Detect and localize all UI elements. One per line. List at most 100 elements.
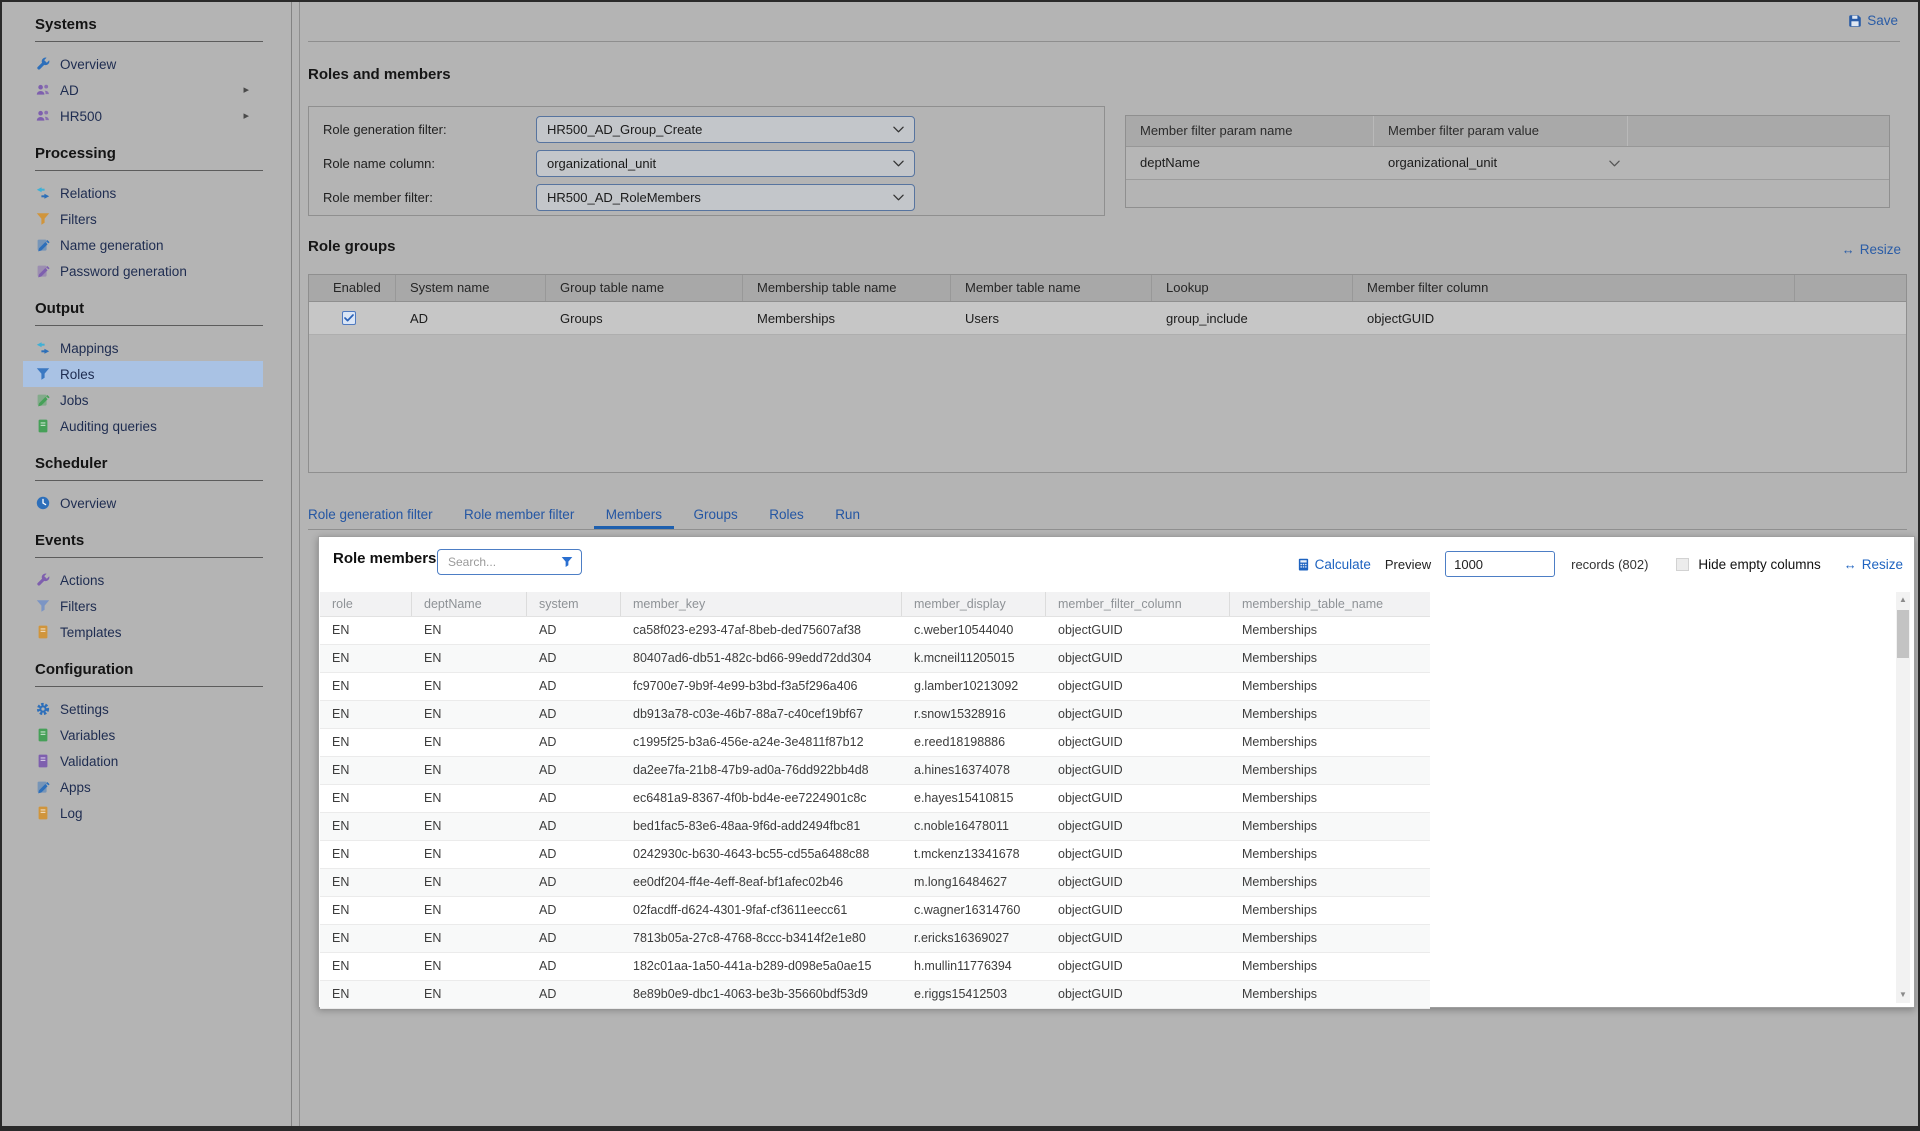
enabled-checkbox[interactable] <box>342 311 356 325</box>
role-member-filter-select[interactable]: HR500_AD_RoleMembers <box>536 184 915 211</box>
role-cell: EN <box>320 869 412 896</box>
table-row[interactable]: EN EN AD 0242930c-b630-4643-bc55-cd55a64… <box>320 841 1430 869</box>
sidebar-item-jobs[interactable]: Jobs <box>23 387 263 413</box>
sidebar-item-relations[interactable]: Relations <box>23 180 263 206</box>
role-cell: EN <box>320 841 412 868</box>
table-row[interactable]: EN EN AD ee0df204-ff4e-4eff-8eaf-bf1afec… <box>320 869 1430 897</box>
deptname-cell: EN <box>412 813 527 840</box>
vertical-scrollbar[interactable]: ▲ ▼ <box>1896 592 1910 1003</box>
member-display-cell: k.mcneil11205015 <box>902 645 1046 672</box>
calculate-button[interactable]: Calculate <box>1297 557 1371 572</box>
scrollbar-thumb[interactable] <box>1897 610 1909 658</box>
sidebar-item-mappings[interactable]: Mappings <box>23 335 263 361</box>
wrench-icon <box>35 573 51 588</box>
member-display-cell: c.weber10544040 <box>902 617 1046 644</box>
sidebar-item-templates[interactable]: Templates <box>23 619 263 645</box>
sidebar-item-auditing-queries[interactable]: Auditing queries <box>23 413 263 439</box>
member-filter-column-cell: objectGUID <box>1046 757 1230 784</box>
table-row[interactable]: EN EN AD ec6481a9-8367-4f0b-bd4e-ee72249… <box>320 785 1430 813</box>
sidebar-item-label: Filters <box>60 599 97 614</box>
member-key-cell: db913a78-c03e-46b7-88a7-c40cef19bf67 <box>621 701 902 728</box>
table-row[interactable]: EN EN AD 182c01aa-1a50-441a-b289-d098e5a… <box>320 953 1430 981</box>
edit-document-icon <box>35 264 51 279</box>
role-cell: EN <box>320 673 412 700</box>
scrollbar-up-button[interactable]: ▲ <box>1896 593 1910 607</box>
sidebar-item-validation[interactable]: Validation <box>23 748 263 774</box>
table-row[interactable]: EN EN AD c1995f25-b3a6-456e-a24e-3e4811f… <box>320 729 1430 757</box>
sidebar-item-label: Log <box>60 806 83 821</box>
save-icon <box>1848 14 1862 28</box>
sidebar-item-variables[interactable]: Variables <box>23 722 263 748</box>
sidebar-item-settings[interactable]: Settings <box>23 696 263 722</box>
deptname-cell: EN <box>412 785 527 812</box>
tab-role-generation-filter[interactable]: Role generation filter <box>308 502 433 527</box>
preview-input[interactable] <box>1445 551 1555 577</box>
param-value-select[interactable]: organizational_unit <box>1374 147 1628 179</box>
sidebar-item-password-generation[interactable]: Password generation <box>23 258 263 284</box>
tab-roles[interactable]: Roles <box>769 502 804 527</box>
table-row[interactable]: EN EN AD da2ee7fa-21b8-47b9-ad0a-76dd922… <box>320 757 1430 785</box>
table-row[interactable]: EN EN AD bed1fac5-83e6-48aa-9f6d-add2494… <box>320 813 1430 841</box>
sidebar-item-log[interactable]: Log <box>23 800 263 826</box>
member-filter-param-table: Member filter param name Member filter p… <box>1125 115 1890 208</box>
search-input[interactable] <box>446 554 561 570</box>
chevron-down-icon <box>893 160 904 167</box>
tab-members[interactable]: Members <box>606 502 662 527</box>
param-table-row[interactable]: deptName organizational_unit <box>1126 147 1889 180</box>
deptname-cell: EN <box>412 701 527 728</box>
member-display-cell: e.hayes15410815 <box>902 785 1046 812</box>
system-cell: AD <box>527 701 621 728</box>
membership-table-name-cell: Memberships <box>1230 925 1430 952</box>
save-button[interactable]: Save <box>1848 13 1898 28</box>
role-cell: EN <box>320 981 412 1008</box>
table-row[interactable]: EN EN AD 02facdff-d624-4301-9faf-cf3611e… <box>320 897 1430 925</box>
hide-empty-columns-checkbox[interactable] <box>1676 558 1689 571</box>
role-members-resize-button[interactable]: ↔ Resize <box>1844 557 1903 572</box>
sidebar-item-apps[interactable]: Apps <box>23 774 263 800</box>
sidebar-item-filters[interactable]: Filters <box>23 206 263 232</box>
param-name-cell: deptName <box>1126 147 1374 179</box>
member-key-cell: 02facdff-d624-4301-9faf-cf3611eecc61 <box>621 897 902 924</box>
sidebar-item-roles[interactable]: Roles <box>23 361 263 387</box>
sidebar-item-name-generation[interactable]: Name generation <box>23 232 263 258</box>
gear-icon <box>35 702 51 717</box>
table-row[interactable]: EN EN AD ca58f023-e293-47af-8beb-ded7560… <box>320 617 1430 645</box>
column-header: member_display <box>902 592 1046 616</box>
column-header-empty <box>1795 275 1906 301</box>
tab-role-member-filter[interactable]: Role member filter <box>464 502 574 527</box>
system-name-cell: AD <box>396 311 546 326</box>
roles-and-members-panel: Role generation filter: HR500_AD_Group_C… <box>308 106 1105 216</box>
sidebar-item-hr500[interactable]: HR500 ▸ <box>23 103 263 129</box>
edit-document-icon <box>35 393 51 408</box>
sidebar-item-label: Templates <box>60 625 122 640</box>
sidebar-item-label: Auditing queries <box>60 419 157 434</box>
resize-arrows-icon: ↔ <box>1844 557 1857 572</box>
tab-run[interactable]: Run <box>835 502 860 527</box>
column-header: System name <box>396 275 546 301</box>
role-groups-resize-button[interactable]: ↔ Resize <box>1842 242 1901 257</box>
table-row[interactable]: EN EN AD 7813b05a-27c8-4768-8ccc-b3414f2… <box>320 925 1430 953</box>
role-cell: EN <box>320 813 412 840</box>
system-cell: AD <box>527 953 621 980</box>
member-display-cell: h.mullin11776394 <box>902 953 1046 980</box>
table-row[interactable]: EN EN AD 80407ad6-db51-482c-bd66-99edd72… <box>320 645 1430 673</box>
member-key-cell: ee0df204-ff4e-4eff-8eaf-bf1afec02b46 <box>621 869 902 896</box>
sidebar-item-scheduler-overview[interactable]: Overview <box>23 490 263 516</box>
tab-groups[interactable]: Groups <box>693 502 737 527</box>
table-row[interactable]: EN EN AD 8e89b0e9-dbc1-4063-be3b-35660bd… <box>320 981 1430 1009</box>
column-header: Enabled <box>309 275 396 301</box>
sidebar-item-events-filters[interactable]: Filters <box>23 593 263 619</box>
sidebar-item-overview[interactable]: Overview <box>23 51 263 77</box>
system-cell: AD <box>527 673 621 700</box>
role-group-row[interactable]: AD Groups Memberships Users group_includ… <box>309 302 1906 335</box>
sidebar-item-actions[interactable]: Actions <box>23 567 263 593</box>
table-row[interactable]: EN EN AD fc9700e7-9b9f-4e99-b3bd-f3a5f29… <box>320 673 1430 701</box>
member-filter-column-cell: objectGUID <box>1046 841 1230 868</box>
table-row[interactable]: EN EN AD db913a78-c03e-46b7-88a7-c40cef1… <box>320 701 1430 729</box>
sidebar-item-ad[interactable]: AD ▸ <box>23 77 263 103</box>
member-display-cell: g.lamber10213092 <box>902 673 1046 700</box>
scrollbar-down-button[interactable]: ▼ <box>1896 988 1910 1002</box>
role-generation-filter-select[interactable]: HR500_AD_Group_Create <box>536 116 915 143</box>
clock-icon <box>35 496 51 511</box>
role-name-column-select[interactable]: organizational_unit <box>536 150 915 177</box>
